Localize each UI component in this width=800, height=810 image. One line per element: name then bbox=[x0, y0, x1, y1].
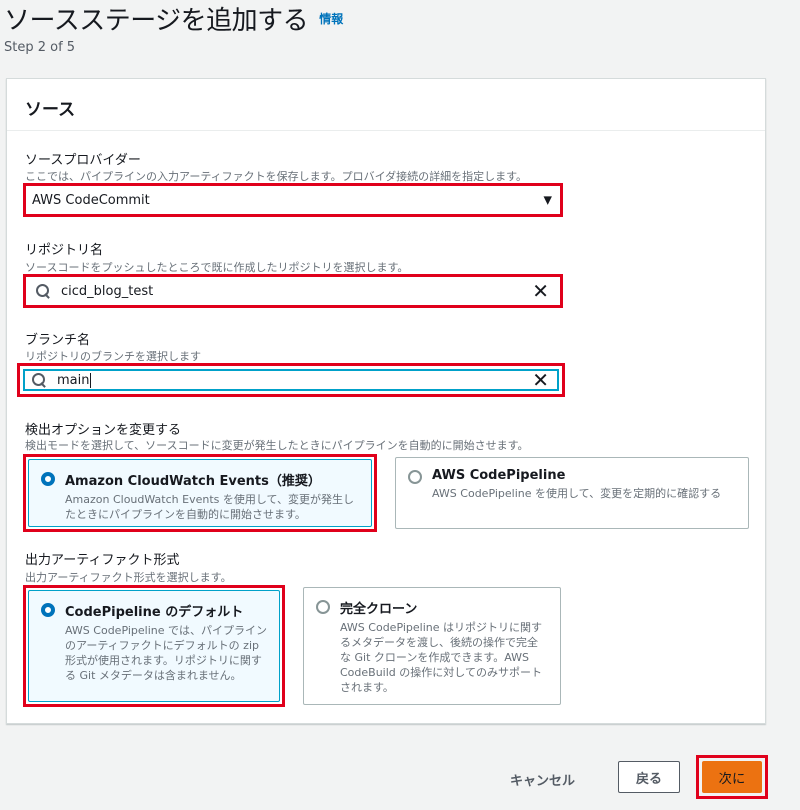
option-title: AWS CodePipeline bbox=[432, 468, 566, 483]
source-panel: ソース ソースプロバイダー ここでは、パイプラインの入力アーティファクトを保存し… bbox=[6, 78, 766, 724]
panel-title: ソース bbox=[25, 100, 76, 120]
repository-description: ソースコードをプッシュしたところで既に作成したリポジトリを選択します。 bbox=[25, 261, 409, 274]
next-button[interactable]: 次に bbox=[702, 761, 762, 793]
clear-icon[interactable]: ✕ bbox=[532, 370, 549, 390]
artifact-description: 出力アーティファクト形式を選択します。 bbox=[25, 571, 232, 584]
option-description: AWS CodePipeline では、パイプラインのアーティファクトにデフォル… bbox=[65, 624, 267, 682]
artifact-option-full-clone[interactable]: 完全クローン AWS CodePipeline はリポジトリに関するメタデータを… bbox=[303, 587, 561, 705]
repository-highlight: cicd_blog_test ✕ bbox=[23, 274, 563, 308]
search-icon bbox=[35, 283, 51, 299]
radio-unselected-icon[interactable] bbox=[316, 600, 330, 614]
provider-description: ここでは、パイプラインの入力アーティファクトを保存します。プロバイダ接続の詳細を… bbox=[25, 170, 528, 183]
provider-select[interactable]: AWS CodeCommit ▼ bbox=[30, 190, 556, 210]
cloudwatch-highlight: Amazon CloudWatch Events（推奨） Amazon Clou… bbox=[23, 454, 377, 532]
caret-down-icon: ▼ bbox=[543, 193, 552, 207]
option-description: AWS CodePipeline はリポジトリに関するメタデータを渡し、後続の操… bbox=[340, 621, 542, 694]
radio-selected-icon[interactable] bbox=[41, 603, 55, 617]
search-icon bbox=[31, 372, 47, 388]
repository-input[interactable]: cicd_blog_test ✕ bbox=[29, 280, 557, 302]
artifact-option-default[interactable]: CodePipeline のデフォルト AWS CodePipeline では、… bbox=[28, 590, 280, 702]
default-artifact-highlight: CodePipeline のデフォルト AWS CodePipeline では、… bbox=[23, 585, 285, 707]
branch-description: リポジトリのブランチを選択します bbox=[25, 350, 201, 363]
info-link[interactable]: 情報 bbox=[319, 12, 343, 26]
branch-input-value: main bbox=[57, 372, 90, 388]
panel-header: ソース bbox=[7, 79, 765, 131]
page-title: ソースステージを追加する bbox=[4, 6, 309, 36]
detection-label: 検出オプションを変更する bbox=[25, 423, 182, 438]
option-description: Amazon CloudWatch Events を使用して、変更が発生したとき… bbox=[65, 493, 354, 521]
provider-label: ソースプロバイダー bbox=[25, 153, 141, 168]
page-header: ソースステージを追加する 情報 bbox=[4, 0, 343, 37]
detection-description: 検出モードを選択して、ソースコードに変更が発生したときにパイプラインを自動的に開… bbox=[25, 439, 529, 452]
clear-icon[interactable]: ✕ bbox=[532, 281, 549, 301]
cancel-button[interactable]: キャンセル bbox=[510, 770, 575, 789]
option-title: CodePipeline のデフォルト bbox=[65, 605, 244, 620]
branch-label: ブランチ名 bbox=[25, 333, 91, 348]
branch-input[interactable]: main ✕ bbox=[23, 369, 559, 391]
repository-input-value: cicd_blog_test bbox=[61, 283, 154, 299]
artifact-label: 出力アーティファクト形式 bbox=[25, 553, 180, 568]
text-cursor bbox=[90, 372, 92, 388]
option-title: Amazon CloudWatch Events（推奨） bbox=[65, 474, 321, 489]
back-button[interactable]: 戻る bbox=[618, 761, 680, 793]
next-button-highlight: 次に bbox=[696, 755, 768, 799]
step-indicator: Step 2 of 5 bbox=[4, 40, 76, 55]
radio-unselected-icon[interactable] bbox=[408, 470, 422, 484]
radio-selected-icon[interactable] bbox=[41, 472, 55, 486]
provider-highlight: AWS CodeCommit ▼ bbox=[23, 183, 563, 217]
repository-label: リポジトリ名 bbox=[25, 243, 104, 258]
option-title: 完全クローン bbox=[340, 602, 418, 617]
detection-option-cloudwatch[interactable]: Amazon CloudWatch Events（推奨） Amazon Clou… bbox=[28, 459, 372, 527]
provider-select-value: AWS CodeCommit bbox=[32, 192, 150, 208]
branch-highlight: main ✕ bbox=[17, 363, 565, 397]
option-description: AWS CodePipeline を使用して、変更を定期的に確認する bbox=[432, 487, 722, 500]
detection-option-codepipeline[interactable]: AWS CodePipeline AWS CodePipeline を使用して、… bbox=[395, 457, 749, 529]
